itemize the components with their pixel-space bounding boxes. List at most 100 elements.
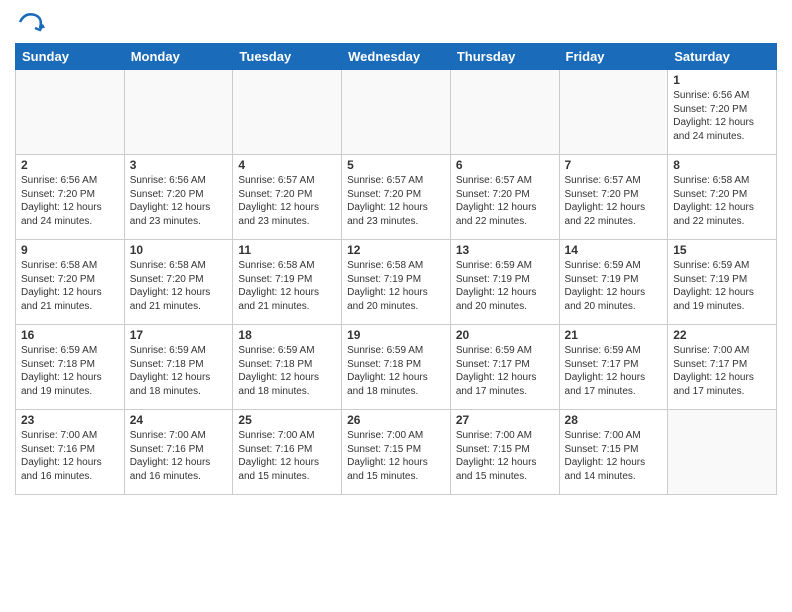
calendar-week-row: 2 Sunrise: 6:56 AM Sunset: 7:20 PM Daylig… xyxy=(16,155,777,240)
calendar-cell: 6 Sunrise: 6:57 AM Sunset: 7:20 PM Daylig… xyxy=(450,155,559,240)
logo xyxy=(15,10,47,35)
calendar-week-row: 9 Sunrise: 6:58 AM Sunset: 7:20 PM Daylig… xyxy=(16,240,777,325)
day-number: 19 xyxy=(347,328,445,342)
day-number: 22 xyxy=(673,328,771,342)
calendar-cell: 20 Sunrise: 6:59 AM Sunset: 7:17 PM Dayli… xyxy=(450,325,559,410)
calendar-cell: 24 Sunrise: 7:00 AM Sunset: 7:16 PM Dayli… xyxy=(124,410,233,495)
day-info: Sunrise: 6:58 AM Sunset: 7:19 PM Dayligh… xyxy=(347,259,445,313)
day-number: 28 xyxy=(565,413,663,427)
calendar-cell: 15 Sunrise: 6:59 AM Sunset: 7:19 PM Dayli… xyxy=(668,240,777,325)
header xyxy=(15,10,777,35)
calendar-cell xyxy=(124,70,233,155)
calendar-cell: 4 Sunrise: 6:57 AM Sunset: 7:20 PM Daylig… xyxy=(233,155,342,240)
calendar-cell: 27 Sunrise: 7:00 AM Sunset: 7:15 PM Dayli… xyxy=(450,410,559,495)
day-number: 24 xyxy=(130,413,228,427)
day-header-tuesday: Tuesday xyxy=(233,44,342,70)
day-info: Sunrise: 6:57 AM Sunset: 7:20 PM Dayligh… xyxy=(456,174,554,228)
calendar-cell: 2 Sunrise: 6:56 AM Sunset: 7:20 PM Daylig… xyxy=(16,155,125,240)
calendar-cell: 21 Sunrise: 6:59 AM Sunset: 7:17 PM Dayli… xyxy=(559,325,668,410)
calendar-page: SundayMondayTuesdayWednesdayThursdayFrid… xyxy=(0,0,792,612)
day-number: 13 xyxy=(456,243,554,257)
day-info: Sunrise: 6:57 AM Sunset: 7:20 PM Dayligh… xyxy=(238,174,336,228)
day-header-monday: Monday xyxy=(124,44,233,70)
day-number: 12 xyxy=(347,243,445,257)
calendar-cell: 13 Sunrise: 6:59 AM Sunset: 7:19 PM Dayli… xyxy=(450,240,559,325)
day-number: 9 xyxy=(21,243,119,257)
day-info: Sunrise: 6:56 AM Sunset: 7:20 PM Dayligh… xyxy=(673,89,771,143)
day-number: 6 xyxy=(456,158,554,172)
calendar-cell xyxy=(16,70,125,155)
day-number: 23 xyxy=(21,413,119,427)
calendar-cell: 16 Sunrise: 6:59 AM Sunset: 7:18 PM Dayli… xyxy=(16,325,125,410)
calendar-header-row: SundayMondayTuesdayWednesdayThursdayFrid… xyxy=(16,44,777,70)
calendar-cell: 28Sunrise: 7:00 AM Sunset: 7:15 PM Dayli… xyxy=(559,410,668,495)
day-number: 18 xyxy=(238,328,336,342)
calendar-table: SundayMondayTuesdayWednesdayThursdayFrid… xyxy=(15,43,777,495)
calendar-cell: 18 Sunrise: 6:59 AM Sunset: 7:18 PM Dayli… xyxy=(233,325,342,410)
day-info: Sunrise: 6:58 AM Sunset: 7:20 PM Dayligh… xyxy=(673,174,771,228)
day-number: 17 xyxy=(130,328,228,342)
day-number: 20 xyxy=(456,328,554,342)
day-number: 15 xyxy=(673,243,771,257)
day-info: Sunrise: 6:59 AM Sunset: 7:18 PM Dayligh… xyxy=(347,344,445,398)
day-header-wednesday: Wednesday xyxy=(342,44,451,70)
day-info: Sunrise: 6:59 AM Sunset: 7:18 PM Dayligh… xyxy=(21,344,119,398)
calendar-cell: 17 Sunrise: 6:59 AM Sunset: 7:18 PM Dayli… xyxy=(124,325,233,410)
day-number: 14 xyxy=(565,243,663,257)
day-number: 7 xyxy=(565,158,663,172)
calendar-cell xyxy=(450,70,559,155)
day-info: Sunrise: 6:57 AM Sunset: 7:20 PM Dayligh… xyxy=(347,174,445,228)
day-info: Sunrise: 7:00 AM Sunset: 7:15 PM Dayligh… xyxy=(347,429,445,483)
day-info: Sunrise: 7:00 AM Sunset: 7:16 PM Dayligh… xyxy=(130,429,228,483)
day-number: 27 xyxy=(456,413,554,427)
day-info: Sunrise: 6:59 AM Sunset: 7:18 PM Dayligh… xyxy=(238,344,336,398)
day-info: Sunrise: 7:00 AM Sunset: 7:16 PM Dayligh… xyxy=(21,429,119,483)
day-header-thursday: Thursday xyxy=(450,44,559,70)
day-info: Sunrise: 6:59 AM Sunset: 7:19 PM Dayligh… xyxy=(565,259,663,313)
day-number: 8 xyxy=(673,158,771,172)
calendar-cell xyxy=(342,70,451,155)
calendar-cell xyxy=(559,70,668,155)
calendar-week-row: 1 Sunrise: 6:56 AM Sunset: 7:20 PM Daylig… xyxy=(16,70,777,155)
day-number: 4 xyxy=(238,158,336,172)
calendar-cell xyxy=(668,410,777,495)
day-info: Sunrise: 6:56 AM Sunset: 7:20 PM Dayligh… xyxy=(21,174,119,228)
day-number: 21 xyxy=(565,328,663,342)
day-info: Sunrise: 6:57 AM Sunset: 7:20 PM Dayligh… xyxy=(565,174,663,228)
day-info: Sunrise: 6:59 AM Sunset: 7:17 PM Dayligh… xyxy=(456,344,554,398)
day-info: Sunrise: 6:58 AM Sunset: 7:19 PM Dayligh… xyxy=(238,259,336,313)
day-info: Sunrise: 6:59 AM Sunset: 7:19 PM Dayligh… xyxy=(673,259,771,313)
day-number: 3 xyxy=(130,158,228,172)
calendar-cell: 19 Sunrise: 6:59 AM Sunset: 7:18 PM Dayli… xyxy=(342,325,451,410)
day-number: 11 xyxy=(238,243,336,257)
calendar-cell: 1 Sunrise: 6:56 AM Sunset: 7:20 PM Daylig… xyxy=(668,70,777,155)
day-number: 2 xyxy=(21,158,119,172)
day-info: Sunrise: 6:59 AM Sunset: 7:19 PM Dayligh… xyxy=(456,259,554,313)
calendar-cell: 8 Sunrise: 6:58 AM Sunset: 7:20 PM Daylig… xyxy=(668,155,777,240)
logo-icon xyxy=(15,10,45,35)
calendar-cell: 26 Sunrise: 7:00 AM Sunset: 7:15 PM Dayli… xyxy=(342,410,451,495)
day-number: 16 xyxy=(21,328,119,342)
day-header-saturday: Saturday xyxy=(668,44,777,70)
day-info: Sunrise: 6:58 AM Sunset: 7:20 PM Dayligh… xyxy=(130,259,228,313)
calendar-cell: 5Sunrise: 6:57 AM Sunset: 7:20 PM Daylig… xyxy=(342,155,451,240)
day-info: Sunrise: 7:00 AM Sunset: 7:16 PM Dayligh… xyxy=(238,429,336,483)
day-number: 10 xyxy=(130,243,228,257)
calendar-week-row: 23 Sunrise: 7:00 AM Sunset: 7:16 PM Dayli… xyxy=(16,410,777,495)
day-header-sunday: Sunday xyxy=(16,44,125,70)
calendar-cell: 9 Sunrise: 6:58 AM Sunset: 7:20 PM Daylig… xyxy=(16,240,125,325)
calendar-cell: 3Sunrise: 6:56 AM Sunset: 7:20 PM Daylig… xyxy=(124,155,233,240)
day-info: Sunrise: 7:00 AM Sunset: 7:15 PM Dayligh… xyxy=(456,429,554,483)
calendar-cell: 11 Sunrise: 6:58 AM Sunset: 7:19 PM Dayli… xyxy=(233,240,342,325)
calendar-cell: 7 Sunrise: 6:57 AM Sunset: 7:20 PM Daylig… xyxy=(559,155,668,240)
calendar-cell: 10 Sunrise: 6:58 AM Sunset: 7:20 PM Dayli… xyxy=(124,240,233,325)
day-info: Sunrise: 6:59 AM Sunset: 7:18 PM Dayligh… xyxy=(130,344,228,398)
day-info: Sunrise: 6:58 AM Sunset: 7:20 PM Dayligh… xyxy=(21,259,119,313)
day-number: 26 xyxy=(347,413,445,427)
calendar-cell: 23 Sunrise: 7:00 AM Sunset: 7:16 PM Dayli… xyxy=(16,410,125,495)
day-number: 25 xyxy=(238,413,336,427)
calendar-cell: 22Sunrise: 7:00 AM Sunset: 7:17 PM Dayli… xyxy=(668,325,777,410)
day-number: 1 xyxy=(673,73,771,87)
day-info: Sunrise: 6:59 AM Sunset: 7:17 PM Dayligh… xyxy=(565,344,663,398)
calendar-week-row: 16 Sunrise: 6:59 AM Sunset: 7:18 PM Dayli… xyxy=(16,325,777,410)
